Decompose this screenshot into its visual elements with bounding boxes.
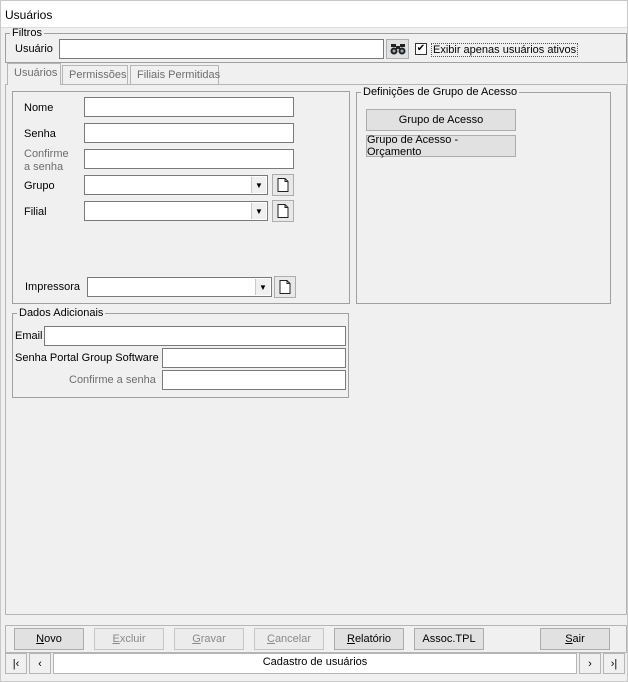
access-group-legend: Definições de Grupo de Acesso [363, 86, 518, 98]
impressora-label: Impressora [25, 281, 81, 293]
confirme-label-line1: Confirme [24, 148, 69, 160]
portal-confirm-input[interactable] [162, 370, 346, 390]
search-button[interactable] [386, 39, 409, 59]
navigator-title: Cadastro de usuários [53, 653, 577, 674]
nome-label: Nome [24, 102, 54, 114]
document-icon [277, 204, 289, 218]
sair-label-post: air [572, 633, 585, 645]
chevron-down-icon[interactable]: ▼ [251, 177, 266, 193]
user-filter-input[interactable] [59, 39, 384, 59]
record-navigator: |‹ ‹ Cadastro de usuários › ›| [5, 653, 627, 675]
cancelar-button[interactable]: Cancelar [254, 628, 324, 650]
binoculars-icon [390, 44, 405, 55]
excluir-label-post: xcluir [119, 633, 146, 645]
filial-new-button[interactable] [272, 200, 294, 222]
email-input[interactable] [44, 326, 346, 346]
gravar-label-accel: G [192, 633, 201, 645]
grupo-acesso-orcamento-button[interactable]: Grupo de Acesso - Orçamento [366, 134, 516, 158]
next-record-button[interactable]: › [579, 653, 601, 674]
excluir-label-accel: E [112, 633, 120, 645]
additional-data-legend: Dados Adicionais [19, 307, 104, 319]
prev-record-button[interactable]: ‹ [29, 653, 51, 674]
grupo-select[interactable]: ▼ [84, 175, 268, 195]
impressora-select[interactable]: ▼ [87, 277, 272, 297]
grupo-acesso-button[interactable]: Grupo de Acesso [366, 109, 516, 131]
portal-confirm-label: Confirme a senha [69, 374, 156, 386]
sair-button[interactable]: Sair [540, 628, 610, 650]
relatorio-label-post: elatório [354, 633, 392, 645]
document-icon [277, 178, 289, 192]
check-mark-icon: ✔ [416, 43, 426, 54]
filters-legend: Filtros [12, 27, 42, 39]
last-record-button[interactable]: ›| [603, 653, 625, 674]
chevron-down-icon[interactable]: ▼ [251, 203, 266, 219]
chevron-down-icon[interactable]: ▼ [255, 279, 270, 295]
grupo-label: Grupo [24, 180, 55, 192]
document-icon [279, 280, 291, 294]
filial-label: Filial [24, 206, 47, 218]
active-only-checkbox[interactable]: ✔ [415, 43, 427, 55]
email-label: Email [15, 330, 43, 342]
excluir-button[interactable]: Excluir [94, 628, 164, 650]
tab-filiais-permitidas[interactable]: Filiais Permitidas [130, 65, 220, 85]
active-only-label[interactable]: Exibir apenas usuários ativos [431, 43, 579, 57]
novo-label-post: ovo [44, 633, 62, 645]
portal-password-input[interactable] [162, 348, 346, 368]
users-window: Usuários Filtros Usuário ✔ Exibir apenas… [0, 0, 628, 682]
assoc-tpl-button[interactable]: Assoc.TPL [414, 628, 484, 650]
gravar-label-post: ravar [200, 633, 226, 645]
user-filter-label: Usuário [15, 43, 53, 55]
portal-password-label: Senha Portal Group Software [15, 352, 159, 364]
cancelar-label-post: ancelar [274, 633, 312, 645]
senha-input[interactable] [84, 123, 294, 143]
nome-input[interactable] [84, 97, 294, 117]
impressora-new-button[interactable] [274, 276, 296, 298]
confirme-senha-input[interactable] [84, 149, 294, 169]
tab-usuarios[interactable]: Usuários [7, 63, 61, 85]
sair-label-accel: S [565, 633, 573, 645]
title-bar: Usuários [1, 1, 627, 28]
confirme-label-line2: a senha [24, 161, 64, 173]
relatorio-label-accel: R [346, 633, 355, 645]
tab-permissoes[interactable]: Permissões [62, 65, 128, 85]
gravar-button[interactable]: Gravar [174, 628, 244, 650]
window-title: Usuários [5, 8, 53, 22]
relatorio-button[interactable]: Relatório [334, 628, 404, 650]
novo-label-accel: N [36, 633, 45, 645]
first-record-button[interactable]: |‹ [5, 653, 27, 674]
filial-select[interactable]: ▼ [84, 201, 268, 221]
grupo-new-button[interactable] [272, 174, 294, 196]
novo-button[interactable]: Novo [14, 628, 84, 650]
cancelar-label-accel: C [266, 633, 275, 645]
senha-label: Senha [24, 128, 56, 140]
